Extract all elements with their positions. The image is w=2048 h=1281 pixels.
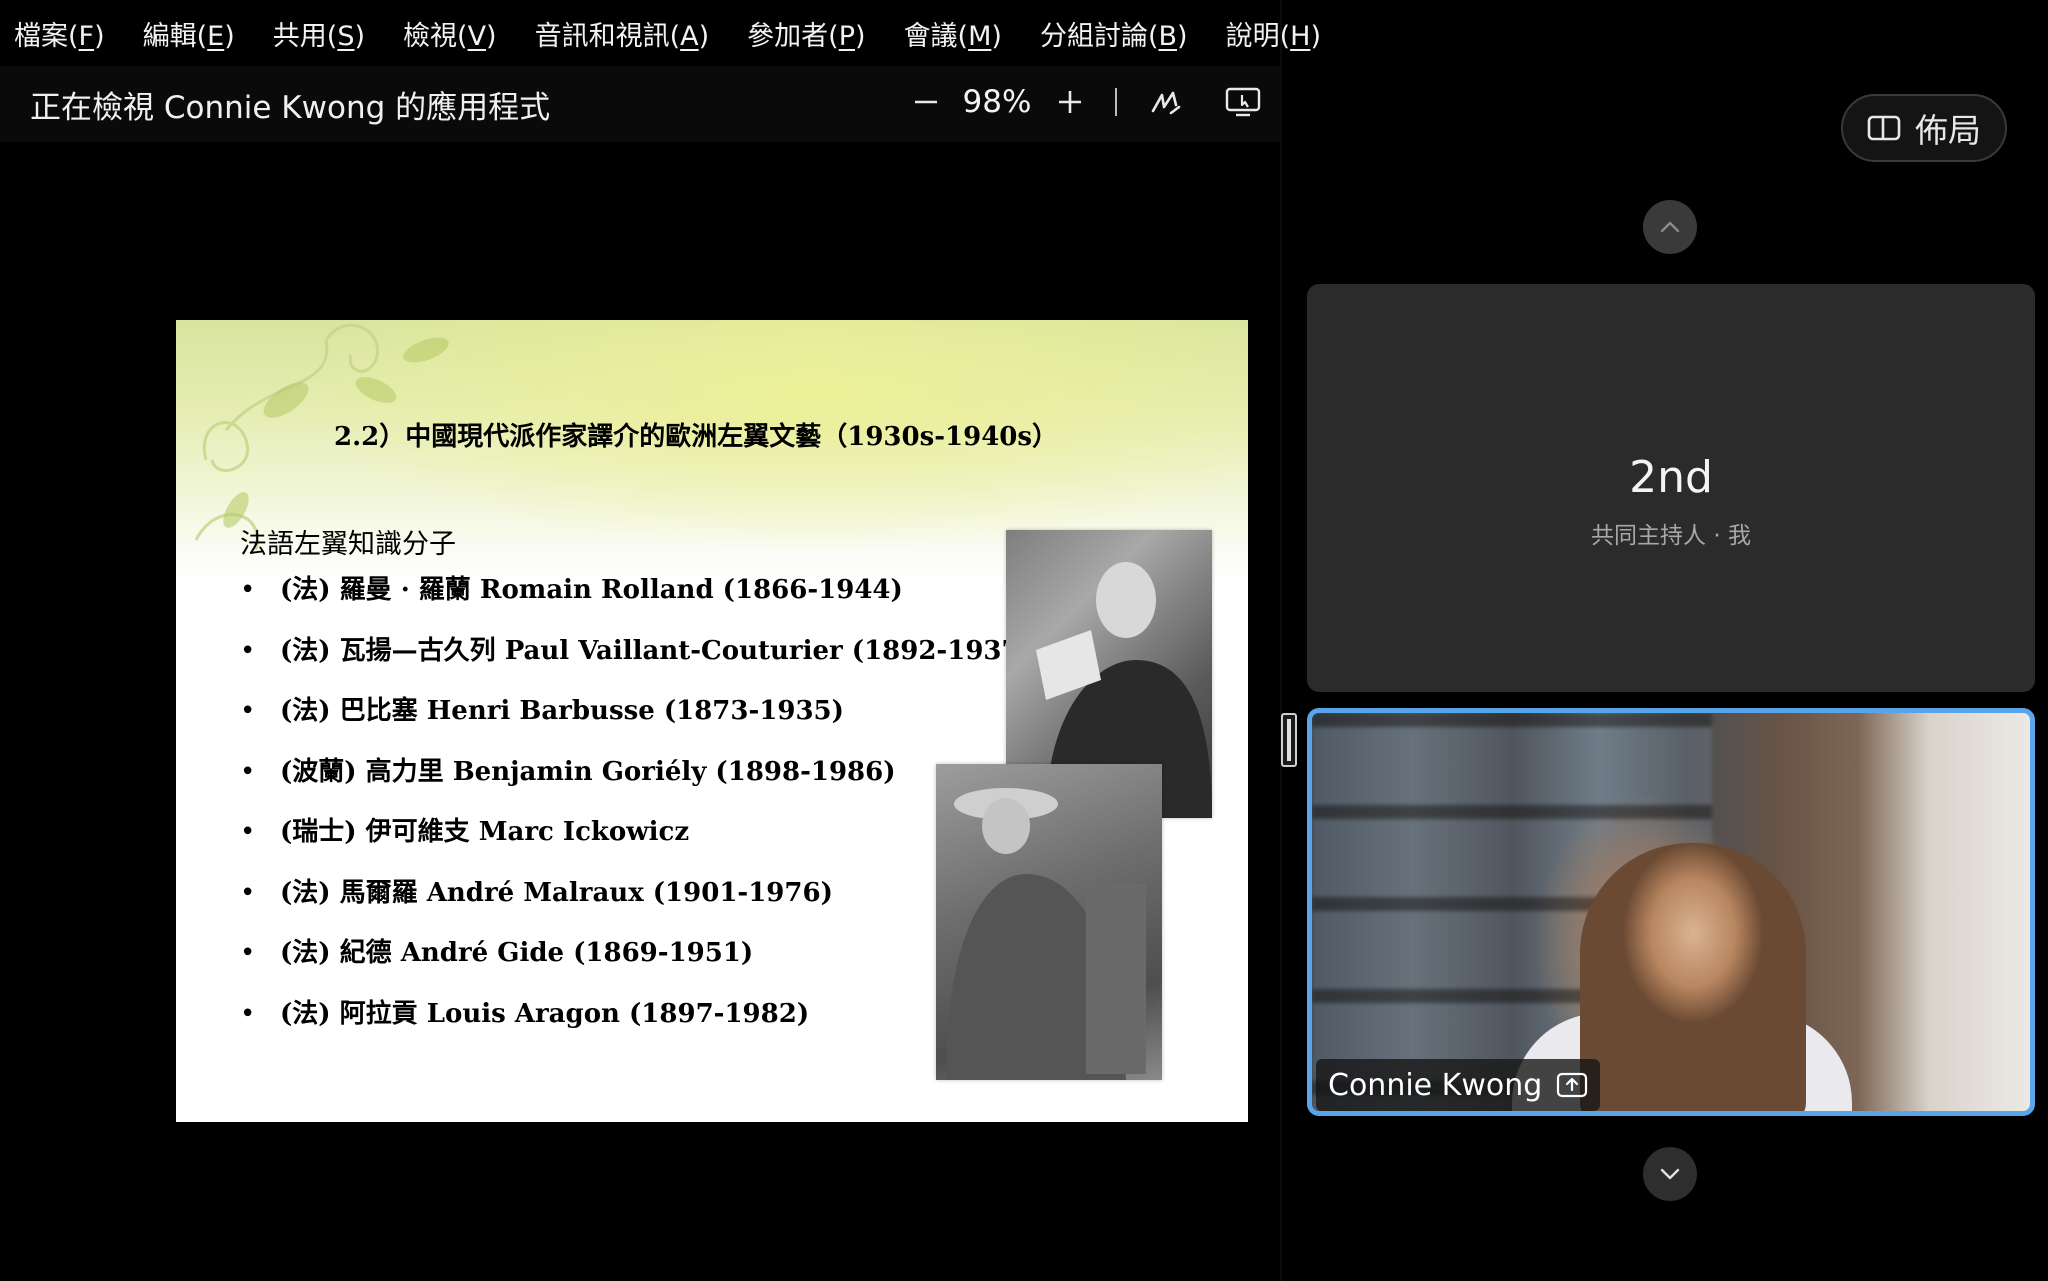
screen-share-icon (1557, 1072, 1588, 1098)
share-toolbar: 正在檢視 Connie Kwong 的應用程式 98% (0, 66, 1280, 143)
menu-file[interactable]: 檔案(F) (14, 14, 105, 53)
participant-tile-self[interactable]: 2nd 共同主持人 · 我 (1307, 284, 2035, 692)
video-participant-name: Connie Kwong (1328, 1067, 1543, 1103)
slide-bullet: (法) 巴比塞 Henri Barbusse (1873-1935) (240, 691, 1032, 752)
slide-bullet: (法) 阿拉貢 Louis Aragon (1897-1982) (240, 994, 1032, 1055)
portrait-photo-seated (936, 764, 1162, 1080)
slide-bullet: (法) 羅曼 · 羅蘭 Romain Rolland (1866-1944) (240, 570, 1032, 631)
layout-label: 佈局 (1915, 111, 1981, 150)
menu-edit[interactable]: 編輯(E) (143, 14, 235, 53)
plus-icon (1059, 91, 1081, 113)
slide-title: 2.2）中國現代派作家譯介的歐洲左翼文藝（1930s-1940s） (334, 422, 1059, 452)
menu-help[interactable]: 說明(H) (1226, 14, 1321, 53)
zoom-in-button[interactable] (1050, 80, 1090, 124)
layout-button[interactable]: 佈局 (1841, 94, 2007, 162)
menu-breakout[interactable]: 分組討論(B) (1040, 14, 1188, 53)
participant-name-tag: Connie Kwong (1316, 1059, 1601, 1111)
slide-bullet: (法) 紀德 André Gide (1869-1951) (240, 933, 1032, 994)
layout-icon (1867, 115, 1901, 141)
slide-subtitle: 法語左翼知識分子 (240, 529, 456, 560)
panel-resize-handle[interactable] (1281, 713, 1297, 767)
chevron-up-icon (1660, 221, 1680, 233)
viewing-title: 正在檢視 Connie Kwong 的應用程式 (30, 90, 551, 126)
menu-meeting[interactable]: 會議(M) (904, 14, 1002, 53)
participant-video-tile[interactable]: Connie Kwong (1307, 708, 2035, 1116)
slide-bullet-list: (法) 羅曼 · 羅蘭 Romain Rolland (1866-1944) (… (240, 570, 1032, 1054)
scroll-down-button[interactable] (1643, 1147, 1697, 1201)
menu-view[interactable]: 檢視(V) (403, 14, 497, 53)
menu-audio-video[interactable]: 音訊和視訊(A) (535, 14, 710, 53)
shared-slide: 2.2）中國現代派作家譯介的歐洲左翼文藝（1930s-1940s） 法語左翼知識… (176, 320, 1248, 1122)
zoom-level: 98% (962, 84, 1032, 120)
remote-control-icon (1225, 87, 1261, 117)
slide-bullet: (法) 馬爾羅 André Malraux (1901-1976) (240, 873, 1032, 934)
participant-role: 共同主持人 · 我 (1591, 523, 1751, 549)
participant-name: 2nd (1629, 452, 1713, 503)
video-person-face (1580, 843, 1806, 1111)
chevron-down-icon (1660, 1168, 1680, 1180)
slide-bullet: (瑞士) 伊可維支 Marc Ickowicz (240, 812, 1032, 873)
remote-control-button[interactable] (1218, 80, 1268, 124)
slide-bullet: (波蘭) 高力里 Benjamin Goriély (1898-1986) (240, 752, 1032, 813)
scroll-up-button[interactable] (1643, 200, 1697, 254)
annotate-button[interactable] (1144, 80, 1188, 124)
toolbar-separator (1115, 88, 1117, 116)
zoom-out-button[interactable] (906, 80, 946, 124)
pen-annotate-icon (1151, 91, 1181, 115)
slide-bullet: (法) 瓦揚—古久列 Paul Vaillant-Couturier (1892… (240, 631, 1032, 692)
panel-divider (1280, 0, 1282, 1281)
minus-icon (915, 100, 937, 104)
menu-bar: 檔案(F) 編輯(E) 共用(S) 檢視(V) 音訊和視訊(A) 參加者(P) … (0, 0, 1330, 66)
menu-participants[interactable]: 參加者(P) (747, 14, 865, 53)
menu-share[interactable]: 共用(S) (273, 14, 365, 53)
